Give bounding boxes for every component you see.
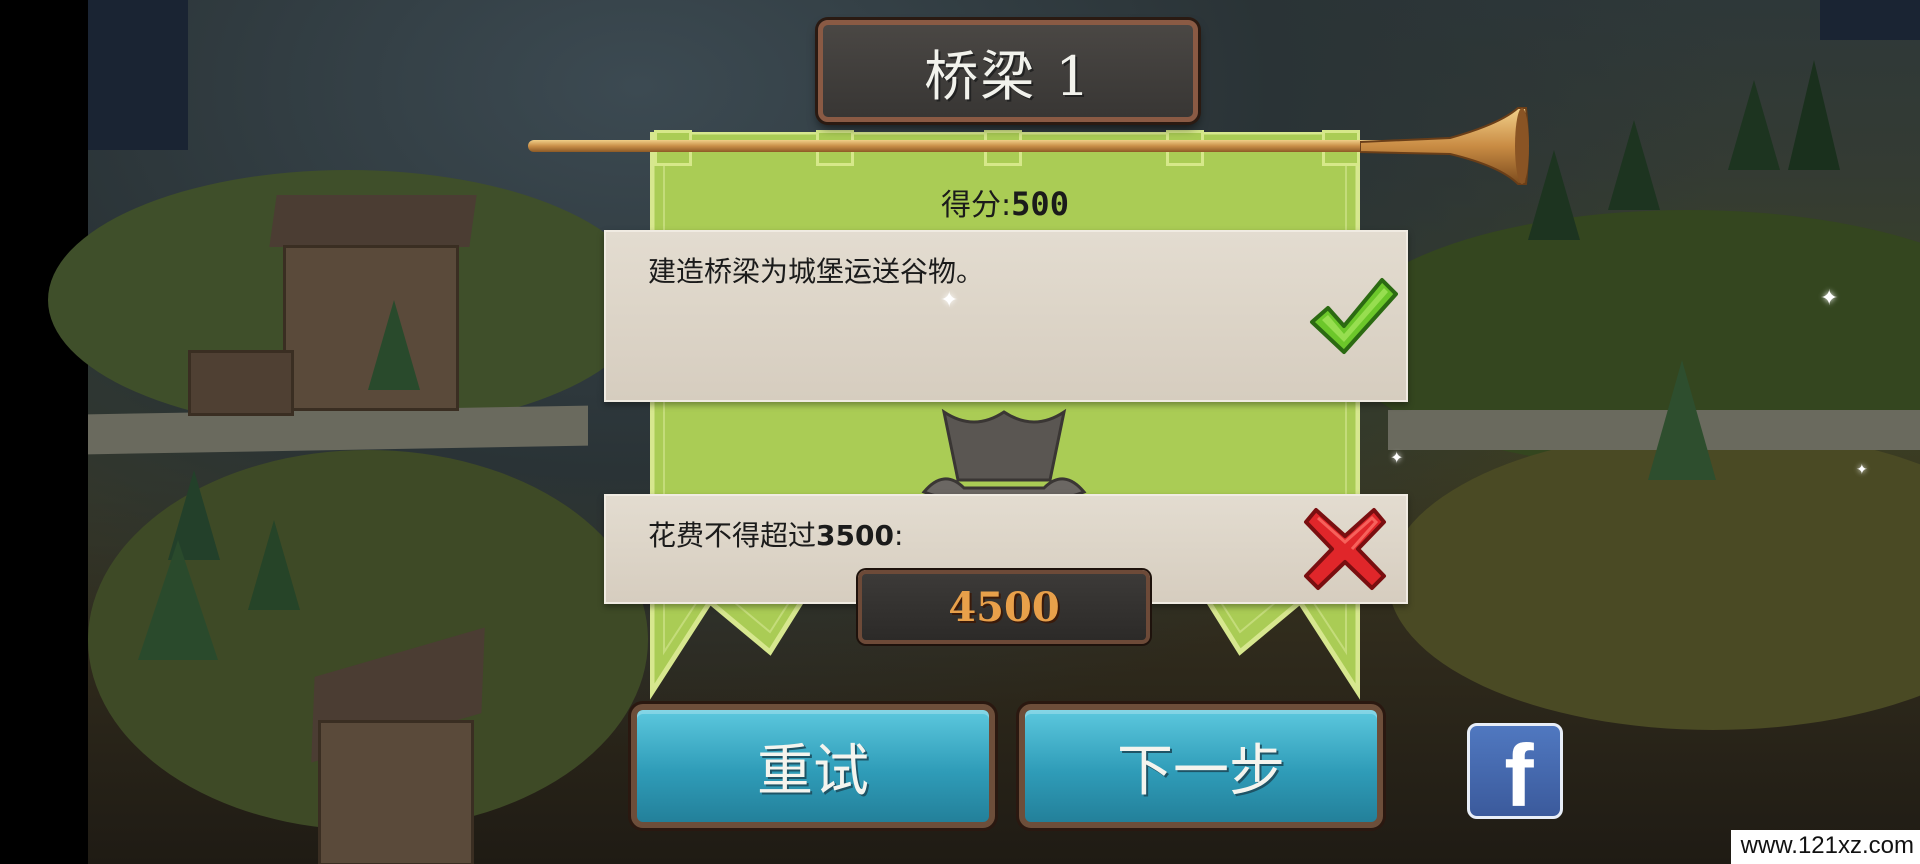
objective-card-build-bridge: 建造桥梁为城堡运送谷物。 (604, 230, 1408, 402)
sparkle-icon: ✦ (1390, 448, 1404, 467)
scene-sky (88, 0, 188, 150)
scene-house-roof (269, 195, 477, 247)
trumpet-bell-icon (1360, 107, 1529, 185)
cost-limit-value: 3500 (816, 519, 894, 552)
facebook-share-button[interactable]: f (1467, 723, 1563, 819)
sparkle-icon: ✦ (940, 288, 959, 313)
scene-tree (248, 520, 300, 610)
cross-icon (1304, 508, 1386, 590)
checkmark-icon (1310, 278, 1398, 354)
scene-tree (1608, 120, 1660, 210)
game-result-screen: 桥梁 1 得分:500 建造桥梁为城堡运送谷物。 花费不得超过3500: 450… (0, 0, 1920, 864)
objective-text: 花费不得超过3500: (648, 514, 903, 554)
scene-road (88, 405, 588, 455)
next-button-label: 下一步 (1117, 738, 1285, 804)
scene-tree (1528, 150, 1580, 240)
level-title-plaque: 桥梁 1 (818, 20, 1198, 122)
trumpet-rod (528, 140, 1398, 152)
score-value: 500 (1011, 185, 1069, 223)
sparkle-icon: ✦ (1856, 462, 1868, 478)
sparkle-icon: ✦ (1820, 286, 1839, 311)
objective-text: 建造桥梁为城堡运送谷物。 (648, 255, 985, 288)
scene-tree (138, 540, 218, 660)
cost-limit-suffix: : (893, 519, 904, 552)
facebook-icon: f (1504, 726, 1534, 819)
score-label: 得分: (941, 188, 1012, 223)
scene-tree (1728, 80, 1780, 170)
scene-sky (1820, 0, 1920, 40)
retry-button-label: 重试 (757, 738, 869, 804)
scene-tree (368, 300, 420, 390)
scene-tree (1648, 360, 1716, 480)
scene-house (318, 720, 474, 864)
level-title: 桥梁 1 (924, 44, 1092, 108)
retry-button[interactable]: 重试 (631, 704, 995, 828)
actual-cost-plaque: 4500 (858, 570, 1150, 644)
next-button[interactable]: 下一步 (1019, 704, 1383, 828)
scene-tree (1788, 60, 1840, 170)
actual-cost-value: 4500 (948, 583, 1060, 631)
scene-house (188, 350, 294, 416)
cost-limit-prefix: 花费不得超过 (648, 519, 817, 552)
watermark: www.121xz.com (1730, 830, 1920, 864)
score-display: 得分:500 (650, 180, 1360, 224)
letterbox-left (0, 0, 88, 864)
crown-ornament-icon (921, 408, 1087, 500)
